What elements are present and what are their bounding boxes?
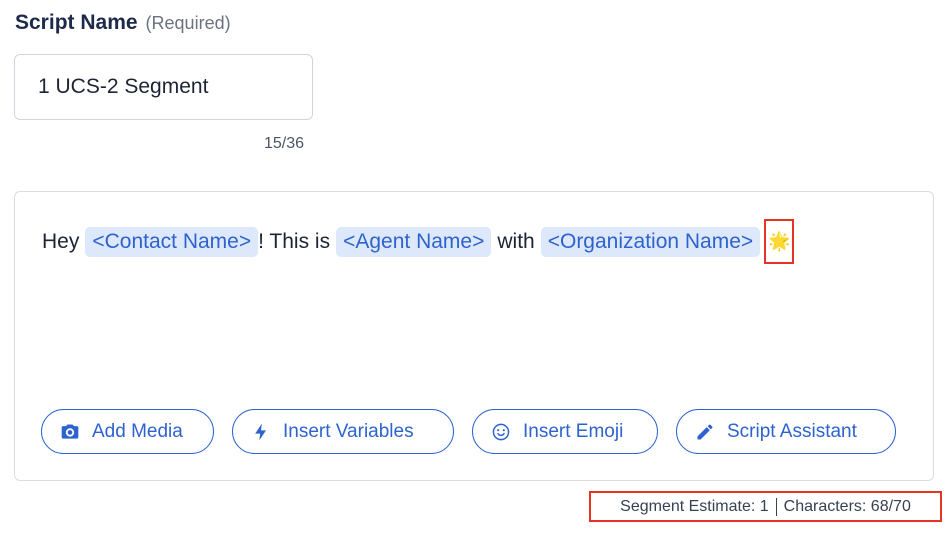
character-count: Characters: 68/70: [783, 497, 911, 515]
add-media-label: Add Media: [92, 420, 183, 442]
variable-chip-organization-name[interactable]: <Organization Name>: [540, 226, 761, 257]
variable-chip-contact-name[interactable]: <Contact Name>: [85, 226, 259, 257]
script-name-char-counter: 15/36: [264, 135, 305, 152]
insert-emoji-button[interactable]: Insert Emoji: [472, 409, 658, 454]
required-hint: (Required): [145, 13, 231, 33]
star-emoji: 🌟: [767, 231, 791, 252]
smiley-icon: [492, 423, 510, 440]
editor-toolbar: Add Media Insert Variables Insert Emoji …: [41, 409, 896, 454]
script-name-label-row: Script Name (Required): [15, 11, 231, 35]
variable-chip-agent-name[interactable]: <Agent Name>: [336, 226, 492, 257]
script-assistant-button[interactable]: Script Assistant: [676, 409, 896, 454]
script-text-segment: Hey: [42, 229, 80, 253]
add-media-button[interactable]: Add Media: [41, 409, 214, 454]
insert-variables-button[interactable]: Insert Variables: [232, 409, 454, 454]
script-name-label: Script Name: [15, 11, 138, 34]
script-text[interactable]: Hey <Contact Name> ! This is <Agent Name…: [42, 219, 795, 264]
script-name-input[interactable]: [14, 54, 313, 120]
emoji-highlight-box: 🌟: [764, 219, 795, 264]
segment-estimate: Segment Estimate: 1: [620, 497, 769, 515]
pencil-icon: [697, 424, 713, 439]
script-text-segment: ! This is: [258, 229, 331, 253]
divider: [775, 497, 777, 516]
script-text-segment: with: [497, 229, 535, 253]
insert-emoji-label: Insert Emoji: [523, 420, 624, 442]
script-assistant-label: Script Assistant: [727, 420, 857, 442]
lightning-icon: [255, 423, 266, 440]
segment-estimate-box: Segment Estimate: 1 Characters: 68/70: [589, 491, 942, 522]
insert-variables-label: Insert Variables: [283, 420, 414, 442]
camera-icon: [61, 424, 79, 439]
script-editor[interactable]: Hey <Contact Name> ! This is <Agent Name…: [14, 191, 934, 481]
